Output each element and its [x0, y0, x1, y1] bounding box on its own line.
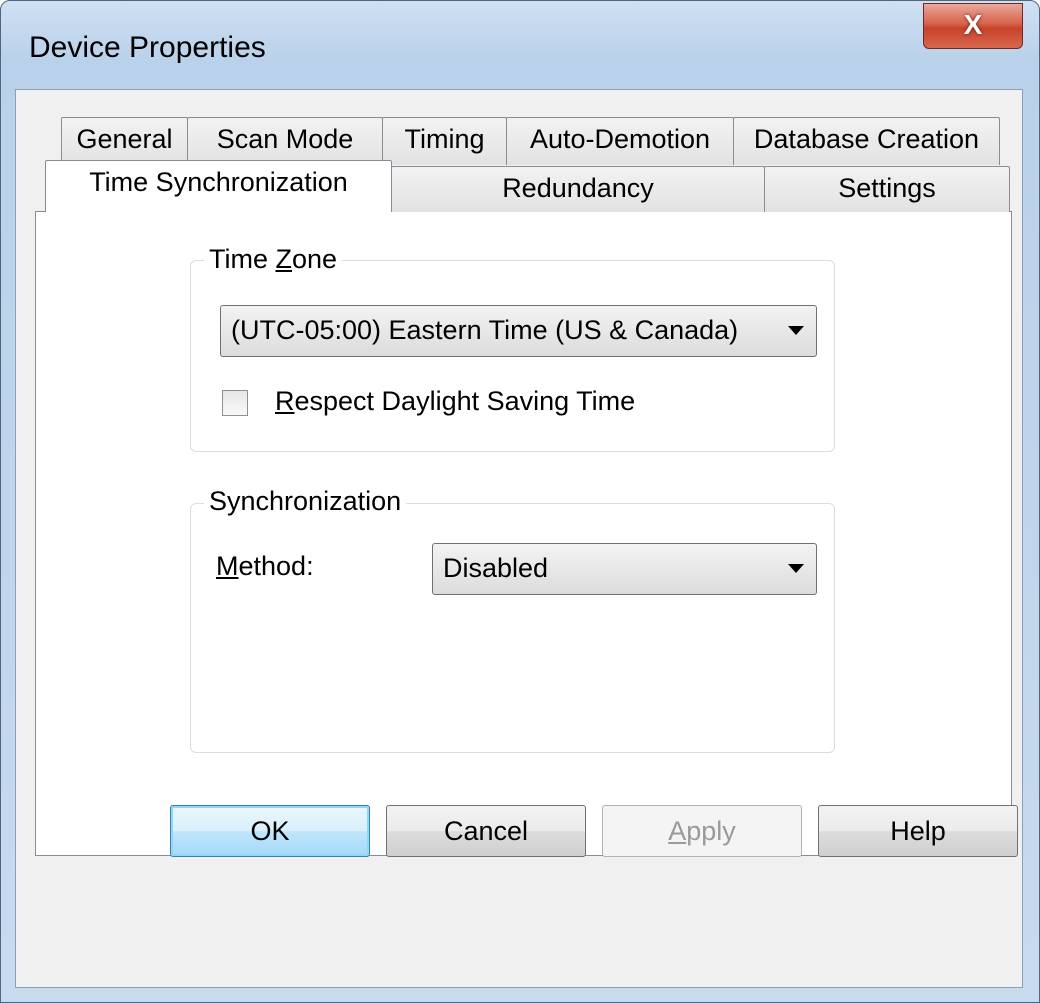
window-title: Device Properties [29, 31, 266, 64]
dropdown-arrow-icon [788, 326, 804, 335]
time-zone-selected-value: (UTC-05:00) Eastern Time (US & Canada) [231, 315, 739, 345]
tab-general[interactable]: General [61, 117, 188, 165]
tab-settings[interactable]: Settings [764, 166, 1010, 212]
cancel-button[interactable]: Cancel [386, 805, 586, 857]
dropdown-arrow-icon [788, 564, 804, 573]
method-label: Method: [216, 551, 314, 581]
close-icon: X [963, 9, 983, 40]
tab-time-synchronization[interactable]: Time Synchronization [45, 160, 392, 212]
daylight-saving-label[interactable]: Respect Daylight Saving Time [275, 386, 635, 417]
synchronization-group-label: Synchronization [204, 486, 407, 517]
apply-button[interactable]: Apply [602, 805, 802, 857]
tab-redundancy[interactable]: Redundancy [391, 166, 765, 212]
tab-timing[interactable]: Timing [382, 117, 507, 165]
tab-database-creation[interactable]: Database Creation [733, 117, 1000, 165]
method-dropdown[interactable]: Disabled [432, 543, 817, 595]
help-button[interactable]: Help [818, 805, 1018, 857]
ok-button[interactable]: OK [170, 805, 370, 857]
close-button[interactable]: X [923, 3, 1023, 49]
tab-auto-demotion[interactable]: Auto-Demotion [506, 117, 734, 165]
time-zone-group-label: Time Zone [204, 244, 343, 275]
method-selected-value: Disabled [443, 553, 549, 583]
synchronization-group [190, 503, 835, 753]
time-zone-dropdown[interactable]: (UTC-05:00) Eastern Time (US & Canada) [220, 305, 817, 357]
daylight-saving-checkbox[interactable] [222, 390, 248, 416]
tab-scan-mode[interactable]: Scan Mode [187, 117, 383, 165]
